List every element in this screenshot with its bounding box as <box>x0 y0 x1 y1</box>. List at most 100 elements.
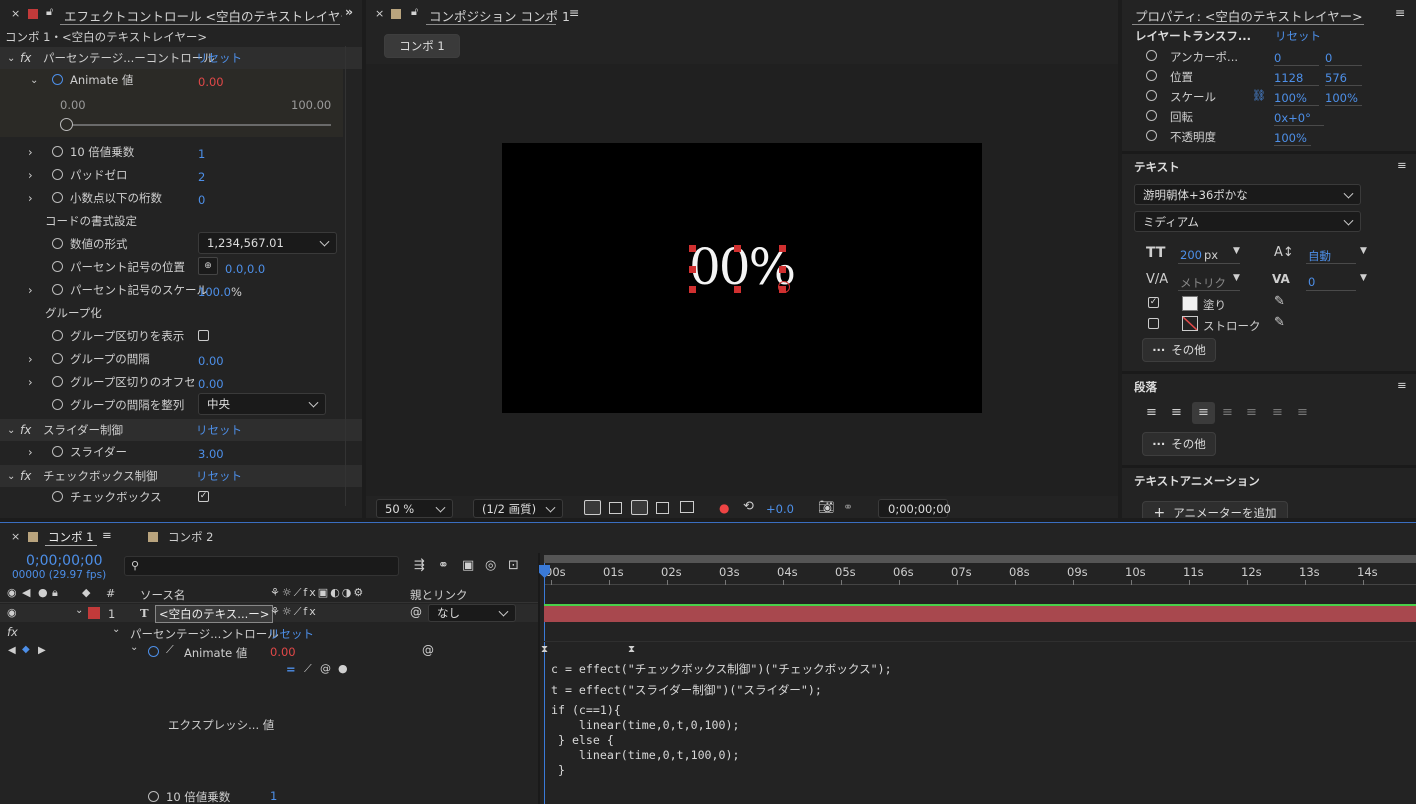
selection-handle[interactable] <box>689 266 696 273</box>
menu-icon[interactable]: ≡ <box>1397 158 1407 172</box>
selection-handle[interactable] <box>689 286 696 293</box>
layer-duration-bar[interactable] <box>544 604 1416 622</box>
expression-language-icon[interactable]: ● <box>338 662 348 675</box>
column-source[interactable]: ソース名 <box>140 587 185 603</box>
selection-handle[interactable] <box>779 245 786 252</box>
tracking-value[interactable]: 0 <box>1308 275 1315 289</box>
multiplier-value[interactable]: 1 <box>198 147 205 161</box>
chevron-right-icon[interactable]: › <box>28 168 33 182</box>
keyframe-nav-icon[interactable]: ▶ <box>38 645 46 656</box>
percent-pos-value[interactable]: 0.0,0.0 <box>225 262 265 276</box>
position-x[interactable]: 1128 <box>1274 71 1319 86</box>
reset-link[interactable]: リセット <box>196 468 242 484</box>
spiral-icon[interactable]: @ <box>410 605 422 619</box>
chevron-down-icon[interactable]: ⌄ <box>7 471 15 482</box>
chevron-down-icon[interactable]: ▼ <box>1233 246 1240 256</box>
fx-icon[interactable]: fx <box>20 423 31 437</box>
decimal-value[interactable]: 0 <box>198 193 205 207</box>
chevron-right-icon[interactable]: › <box>28 145 33 159</box>
stopwatch-icon[interactable] <box>52 192 63 203</box>
stopwatch-icon[interactable] <box>52 376 63 387</box>
zoom-dropdown[interactable]: 50 % <box>376 499 453 518</box>
anchor-point-icon[interactable] <box>778 281 790 293</box>
layer-switches[interactable]: ⚘☼⟋fx <box>270 605 318 619</box>
menu-icon[interactable]: ≡ <box>1397 378 1407 392</box>
position-row[interactable]: 位置 1128 576 <box>1122 67 1416 87</box>
effect-header-percentage[interactable]: ⌄ fx パーセンテージ...ーコントロール リセット <box>0 47 362 69</box>
rotation-value[interactable]: 0x+0° <box>1274 111 1324 126</box>
expression-enable-icon[interactable]: = <box>286 662 296 676</box>
fx-icon[interactable]: fx <box>20 469 31 483</box>
solo-icon[interactable]: ● <box>38 586 48 599</box>
stopwatch-icon[interactable] <box>52 169 63 180</box>
reset-link[interactable]: リセット <box>268 626 314 642</box>
chevron-down-icon[interactable]: ▼ <box>1233 273 1240 283</box>
close-icon[interactable]: × <box>11 7 20 20</box>
tab-comp1[interactable]: コンポ 1 <box>48 529 93 545</box>
lock-icon[interactable]: 🔒︎ <box>52 586 58 600</box>
opacity-value[interactable]: 100% <box>1274 131 1311 146</box>
label-icon[interactable]: ◆ <box>82 586 90 599</box>
region-of-interest-icon[interactable] <box>656 502 669 514</box>
parent-dropdown[interactable]: なし <box>428 604 516 622</box>
eyedropper-icon[interactable]: ✎ <box>1274 294 1285 309</box>
stopwatch-icon[interactable] <box>52 146 63 157</box>
fill-checkbox[interactable]: ✓ <box>1148 297 1159 308</box>
motion-blur-icon[interactable]: ⊡ <box>508 558 519 573</box>
position-y[interactable]: 576 <box>1325 71 1362 86</box>
anchor-y[interactable]: 0 <box>1325 51 1362 66</box>
close-icon[interactable]: × <box>11 530 20 543</box>
next-prop-value[interactable]: 1 <box>270 789 277 803</box>
stopwatch-icon[interactable] <box>1146 50 1157 61</box>
reset-link[interactable]: リセット <box>1275 28 1321 44</box>
rotation-row[interactable]: 回転 0x+0° <box>1122 107 1416 127</box>
chevron-down-icon[interactable]: ▼ <box>1360 246 1367 256</box>
timeline-timecode[interactable]: 0;00;00;00 <box>26 553 103 569</box>
mask-visibility-icon[interactable] <box>631 500 648 515</box>
current-time-indicator[interactable] <box>544 563 545 804</box>
stopwatch-icon[interactable] <box>52 74 63 85</box>
reset-link[interactable]: リセット <box>196 422 242 438</box>
chevron-right-icon[interactable]: › <box>28 445 33 459</box>
scale-y[interactable]: 100% <box>1325 91 1362 106</box>
keyframe-marker-icon[interactable]: ⧗ <box>541 644 548 655</box>
group-offset-value[interactable]: 0.00 <box>198 377 224 391</box>
expression-pickwhip-icon[interactable]: @ <box>320 662 331 675</box>
show-snapshot-icon[interactable]: ⚭ <box>843 500 853 514</box>
slider-value[interactable]: 3.00 <box>198 447 224 461</box>
graph-icon[interactable]: ⟋ <box>166 643 174 657</box>
chevron-down-icon[interactable]: ⌄ <box>7 53 15 64</box>
stopwatch-icon[interactable] <box>52 284 63 295</box>
animate-slider-track[interactable] <box>66 124 331 126</box>
comp-tab[interactable]: コンポ 1 <box>384 34 460 58</box>
group-spacing-row[interactable]: › グループの間隔 0.00 <box>0 349 362 369</box>
selection-handle[interactable] <box>734 286 741 293</box>
stroke-swatch[interactable] <box>1182 316 1198 331</box>
stopwatch-icon[interactable] <box>52 330 63 341</box>
more-text-button[interactable]: ··· その他 <box>1142 338 1216 362</box>
transparency-grid-icon[interactable] <box>609 502 622 514</box>
opacity-row[interactable]: 不透明度 100% <box>1122 127 1416 147</box>
align-center-icon[interactable]: ≡ <box>1171 405 1182 420</box>
menu-icon[interactable]: ≡ <box>569 5 579 20</box>
scrollbar[interactable] <box>345 46 346 506</box>
animate-value-row[interactable]: ⌄ Animate 値 0.00 <box>0 70 362 90</box>
chevron-down-icon[interactable]: ⌄ <box>112 624 120 635</box>
percent-scale-row[interactable]: › パーセント記号のスケール 100.0 % <box>0 280 362 300</box>
chevron-down-icon[interactable]: ⌄ <box>30 75 38 86</box>
chevron-down-icon[interactable]: ▼ <box>1360 273 1367 283</box>
show-sep-checkbox[interactable] <box>198 330 209 341</box>
chevron-right-icon[interactable]: › <box>28 375 33 389</box>
expression-graph-icon[interactable]: ⟋ <box>304 662 312 676</box>
draft-3d-icon[interactable]: ⚭ <box>438 558 449 573</box>
stopwatch-icon[interactable] <box>52 238 63 249</box>
fx-icon[interactable]: fx <box>20 51 31 65</box>
font-size-value[interactable]: 200 <box>1180 248 1202 262</box>
layer-name[interactable]: <空白のテキス...ー> <box>155 605 274 623</box>
animate-value[interactable]: 0.00 <box>198 75 224 89</box>
slider-row[interactable]: › スライダー 3.00 <box>0 442 362 462</box>
animate-slider-knob[interactable] <box>60 118 73 131</box>
column-parent[interactable]: 親とリンク <box>410 587 468 603</box>
stopwatch-icon[interactable] <box>52 399 63 410</box>
selection-handle[interactable] <box>779 266 786 273</box>
